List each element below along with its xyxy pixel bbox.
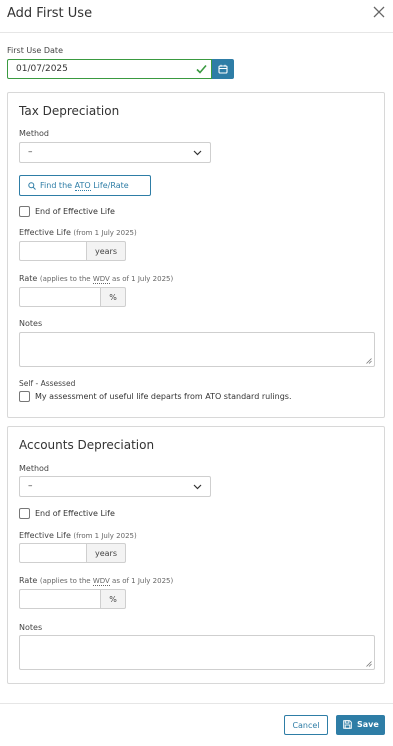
tax-end-of-life-label: End of Effective Life bbox=[35, 207, 115, 216]
save-icon bbox=[343, 720, 352, 729]
resize-grip-icon[interactable] bbox=[366, 358, 372, 364]
self-assessed-checkbox[interactable] bbox=[19, 391, 30, 402]
find-ato-suffix: Life/Rate bbox=[90, 181, 129, 190]
accounts-rate-note: (applies to the WDV as of 1 July 2025) bbox=[40, 577, 173, 586]
tax-depreciation-panel: Tax Depreciation Method – Find the ATO L… bbox=[7, 92, 385, 418]
ato-abbr: ATO bbox=[74, 181, 91, 191]
save-label: Save bbox=[357, 720, 379, 729]
find-ato-prefix: Find the bbox=[40, 181, 75, 190]
self-assessed-check-label: My assessment of useful life departs fro… bbox=[35, 392, 292, 401]
tax-notes-textarea[interactable] bbox=[19, 332, 375, 367]
tax-rate-label: Rate (applies to the WDV as of 1 July 20… bbox=[19, 274, 173, 284]
close-icon[interactable] bbox=[372, 5, 386, 19]
accounts-rate-label: Rate (applies to the WDV as of 1 July 20… bbox=[19, 576, 173, 586]
tax-method-select[interactable]: – bbox=[19, 142, 211, 163]
tax-effective-life-note: (from 1 July 2025) bbox=[73, 229, 137, 237]
accounts-rate-input[interactable] bbox=[19, 589, 101, 609]
accounts-effective-life-note: (from 1 July 2025) bbox=[73, 532, 137, 540]
tax-end-of-life-checkbox[interactable] bbox=[19, 206, 30, 217]
tax-percent-addon: % bbox=[101, 287, 126, 307]
tax-depreciation-title: Tax Depreciation bbox=[19, 104, 120, 118]
tax-notes-label: Notes bbox=[19, 319, 43, 328]
accounts-rate-text: Rate bbox=[19, 576, 38, 585]
accounts-rate-note-suffix: as of 1 July 2025) bbox=[109, 577, 174, 585]
first-use-date-label: First Use Date bbox=[7, 46, 63, 55]
dialog-header: Add First Use bbox=[0, 0, 393, 33]
tax-rate-text: Rate bbox=[19, 274, 38, 283]
resize-grip-icon[interactable] bbox=[366, 661, 372, 667]
accounts-rate-note-prefix: (applies to the bbox=[39, 577, 93, 585]
accounts-effective-life-text: Effective Life bbox=[19, 531, 71, 540]
wdv-abbr: WDV bbox=[92, 275, 110, 284]
calendar-icon bbox=[218, 64, 228, 74]
find-ato-life-rate-button[interactable]: Find the ATO Life/Rate bbox=[19, 175, 151, 196]
dialog-footer: Cancel Save bbox=[0, 703, 393, 746]
find-ato-label: Find the ATO Life/Rate bbox=[40, 181, 129, 191]
tax-effective-life-text: Effective Life bbox=[19, 228, 71, 237]
tax-method-label: Method bbox=[19, 129, 50, 138]
tax-rate-note-prefix: (applies to the bbox=[39, 275, 93, 283]
accounts-method-select[interactable]: – bbox=[19, 476, 211, 497]
accounts-effective-life-input[interactable] bbox=[19, 543, 87, 563]
tax-effective-life-label: Effective Life (from 1 July 2025) bbox=[19, 228, 137, 237]
first-use-date-field: 01/07/2025 bbox=[7, 59, 234, 79]
accounts-years-addon: years bbox=[87, 543, 126, 563]
save-button[interactable]: Save bbox=[336, 715, 385, 735]
tax-rate-note: (applies to the WDV as of 1 July 2025) bbox=[40, 275, 173, 284]
tax-rate-note-suffix: as of 1 July 2025) bbox=[109, 275, 174, 283]
accounts-depreciation-panel: Accounts Depreciation Method – End of Ef… bbox=[7, 426, 385, 684]
chevron-down-icon bbox=[193, 150, 202, 156]
tax-effective-life-input[interactable] bbox=[19, 241, 87, 261]
search-icon bbox=[28, 182, 36, 190]
tax-years-addon: years bbox=[87, 241, 126, 261]
accounts-depreciation-title: Accounts Depreciation bbox=[19, 438, 155, 452]
tax-rate-input[interactable] bbox=[19, 287, 101, 307]
first-use-date-input[interactable]: 01/07/2025 bbox=[7, 59, 212, 79]
chevron-down-icon bbox=[193, 484, 202, 490]
accounts-notes-textarea[interactable] bbox=[19, 635, 375, 670]
accounts-notes-label: Notes bbox=[19, 623, 43, 632]
calendar-button[interactable] bbox=[212, 59, 234, 79]
accounts-method-label: Method bbox=[19, 464, 50, 473]
accounts-percent-addon: % bbox=[101, 589, 126, 609]
cancel-button[interactable]: Cancel bbox=[284, 715, 328, 735]
tax-method-value: – bbox=[28, 147, 33, 157]
dialog-title: Add First Use bbox=[7, 6, 93, 21]
accounts-end-of-life-label: End of Effective Life bbox=[35, 509, 115, 518]
accounts-effective-life-label: Effective Life (from 1 July 2025) bbox=[19, 531, 137, 540]
wdv-abbr: WDV bbox=[92, 577, 110, 586]
accounts-method-value: – bbox=[28, 481, 33, 491]
self-assessed-label: Self - Assessed bbox=[19, 379, 76, 388]
check-icon bbox=[196, 64, 207, 74]
accounts-end-of-life-checkbox[interactable] bbox=[19, 508, 30, 519]
